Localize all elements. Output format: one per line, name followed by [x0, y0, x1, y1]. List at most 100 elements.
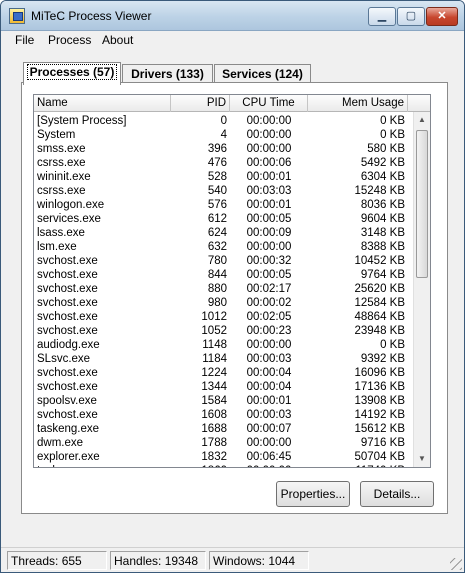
title-bar[interactable]: MiTeC Process Viewer ▁ ▢ ✕ — [1, 1, 464, 31]
table-row[interactable]: svchost.exe 1608 00:00:03 14192 KB — [34, 408, 414, 422]
cell-cpu: 00:00:01 — [246, 199, 292, 211]
table-row[interactable]: svchost.exe 1012 00:02:05 48864 KB — [34, 310, 414, 324]
cell-mem: 23948 KB — [354, 325, 405, 337]
column-header-pid[interactable]: PID — [171, 95, 230, 112]
table-row[interactable]: svchost.exe 1344 00:00:04 17136 KB — [34, 380, 414, 394]
table-row[interactable]: SLsvc.exe 1184 00:00:03 9392 KB — [34, 352, 414, 366]
table-row[interactable]: lsm.exe 632 00:00:00 8388 KB — [34, 240, 414, 254]
cell-mem: 9764 KB — [360, 269, 405, 281]
cell-mem: 6304 KB — [360, 171, 405, 183]
cell-cpu: 00:00:00 — [246, 115, 292, 127]
cell-pid: 1688 — [201, 423, 227, 435]
cell-cpu: 00:00:00 — [246, 129, 292, 141]
table-row[interactable]: csrss.exe 476 00:00:06 5492 KB — [34, 156, 414, 170]
table-row[interactable]: svchost.exe 980 00:00:02 12584 KB — [34, 296, 414, 310]
cell-cpu: 00:00:01 — [246, 395, 292, 407]
table-row[interactable]: System 4 00:00:00 0 KB — [34, 128, 414, 142]
cell-name: taskeng.exe — [37, 464, 171, 467]
table-row[interactable]: spoolsv.exe 1584 00:00:01 13908 KB — [34, 394, 414, 408]
maximize-button[interactable]: ▢ — [397, 7, 425, 26]
cell-name: svchost.exe — [37, 283, 98, 295]
cell-name: svchost.exe — [37, 325, 98, 337]
cell-pid: 880 — [207, 283, 227, 295]
close-button[interactable]: ✕ — [426, 7, 458, 26]
cell-name: csrss.exe — [37, 157, 86, 169]
scroll-down-icon[interactable]: ▼ — [414, 451, 430, 467]
cell-mem: 48864 KB — [354, 311, 405, 323]
cell-cpu: 00:00:00 — [246, 143, 292, 155]
scroll-thumb[interactable] — [416, 130, 428, 278]
cell-pid: 476 — [207, 157, 227, 169]
tab-processes[interactable]: Processes (57) — [23, 62, 121, 85]
cell-mem: 12584 KB — [354, 297, 405, 309]
cell-name: svchost.exe — [37, 381, 98, 393]
menu-file[interactable]: File — [15, 33, 34, 47]
cell-cpu: 00:00:03 — [246, 409, 292, 421]
cell-name: [System Process] — [37, 115, 127, 127]
main-window: MiTeC Process Viewer ▁ ▢ ✕ File Process … — [0, 0, 465, 573]
details-button[interactable]: Details... — [360, 481, 434, 507]
cell-name: services.exe — [37, 213, 101, 225]
cell-name: svchost.exe — [37, 297, 98, 309]
status-handles: Handles: 19348 — [110, 551, 206, 570]
cell-mem: 580 KB — [367, 143, 405, 155]
cell-pid: 0 — [220, 115, 227, 127]
cell-cpu: 00:00:06 — [246, 157, 292, 169]
cell-name: svchost.exe — [37, 409, 98, 421]
cell-cpu: 00:00:00 — [246, 437, 292, 449]
properties-button[interactable]: Properties... — [276, 481, 350, 507]
tab-services-label: Services (124) — [222, 67, 303, 81]
table-row[interactable]: taskeng.exe186000:00:0011740 KB — [34, 464, 414, 467]
cell-pid: 1052 — [201, 325, 227, 337]
cell-cpu: 00:02:17 — [246, 283, 292, 295]
cell-mem: 25620 KB — [354, 283, 405, 295]
tab-services[interactable]: Services (124) — [214, 64, 311, 84]
cell-pid: 1832 — [201, 451, 227, 463]
table-row[interactable]: svchost.exe 780 00:00:32 10452 KB — [34, 254, 414, 268]
vertical-scrollbar[interactable]: ▲ ▼ — [413, 112, 430, 467]
tab-processes-label: Processes (57) — [26, 64, 118, 80]
minimize-button[interactable]: ▁ — [368, 7, 396, 26]
table-row[interactable]: wininit.exe 528 00:00:01 6304 KB — [34, 170, 414, 184]
table-row[interactable]: smss.exe 396 00:00:00 580 KB — [34, 142, 414, 156]
column-header-cpu-time[interactable]: CPU Time — [230, 95, 308, 112]
resize-grip[interactable] — [450, 558, 462, 570]
cell-cpu: 00:00:01 — [246, 171, 292, 183]
cell-mem: 11740 KB — [308, 464, 408, 467]
cell-cpu: 00:00:05 — [246, 269, 292, 281]
table-row[interactable]: svchost.exe 1052 00:00:23 23948 KB — [34, 324, 414, 338]
table-row[interactable]: dwm.exe 1788 00:00:00 9716 KB — [34, 436, 414, 450]
cell-pid: 1224 — [201, 367, 227, 379]
cell-name: csrss.exe — [37, 185, 86, 197]
cell-pid: 4 — [220, 129, 227, 141]
column-header-mem-usage[interactable]: Mem Usage — [308, 95, 408, 112]
cell-pid: 624 — [207, 227, 227, 239]
table-row[interactable]: svchost.exe 1224 00:00:04 16096 KB — [34, 366, 414, 380]
table-row[interactable]: csrss.exe 540 00:03:03 15248 KB — [34, 184, 414, 198]
menu-bar: File Process About — [1, 31, 464, 50]
cell-pid: 1012 — [201, 311, 227, 323]
menu-process[interactable]: Process — [48, 33, 91, 47]
menu-about[interactable]: About — [102, 33, 133, 47]
cell-name: lsm.exe — [37, 241, 77, 253]
table-row[interactable]: audiodg.exe 1148 00:00:00 0 KB — [34, 338, 414, 352]
table-row[interactable]: [System Process] 0 00:00:00 0 KB — [34, 114, 414, 128]
table-row[interactable]: lsass.exe 624 00:00:09 3148 KB — [34, 226, 414, 240]
cell-cpu: 00:00:00 — [246, 339, 292, 351]
table-row[interactable]: svchost.exe 844 00:00:05 9764 KB — [34, 268, 414, 282]
column-header-name[interactable]: Name — [34, 95, 171, 112]
status-threads: Threads: 655 — [7, 551, 107, 570]
table-row[interactable]: svchost.exe 880 00:02:17 25620 KB — [34, 282, 414, 296]
table-row[interactable]: services.exe 612 00:00:05 9604 KB — [34, 212, 414, 226]
cell-cpu: 00:00:02 — [246, 297, 292, 309]
cell-name: lsass.exe — [37, 227, 85, 239]
cell-mem: 13908 KB — [354, 395, 405, 407]
tab-drivers[interactable]: Drivers (133) — [122, 64, 213, 84]
table-row[interactable]: explorer.exe 1832 00:06:45 50704 KB — [34, 450, 414, 464]
process-list[interactable]: Name PID CPU Time Mem Usage [System Proc… — [33, 94, 431, 468]
scroll-up-icon[interactable]: ▲ — [414, 112, 430, 128]
table-row[interactable]: winlogon.exe 576 00:00:01 8036 KB — [34, 198, 414, 212]
table-row[interactable]: taskeng.exe 1688 00:00:07 15612 KB — [34, 422, 414, 436]
cell-name: taskeng.exe — [37, 423, 100, 435]
window-title: MiTeC Process Viewer — [31, 9, 152, 23]
